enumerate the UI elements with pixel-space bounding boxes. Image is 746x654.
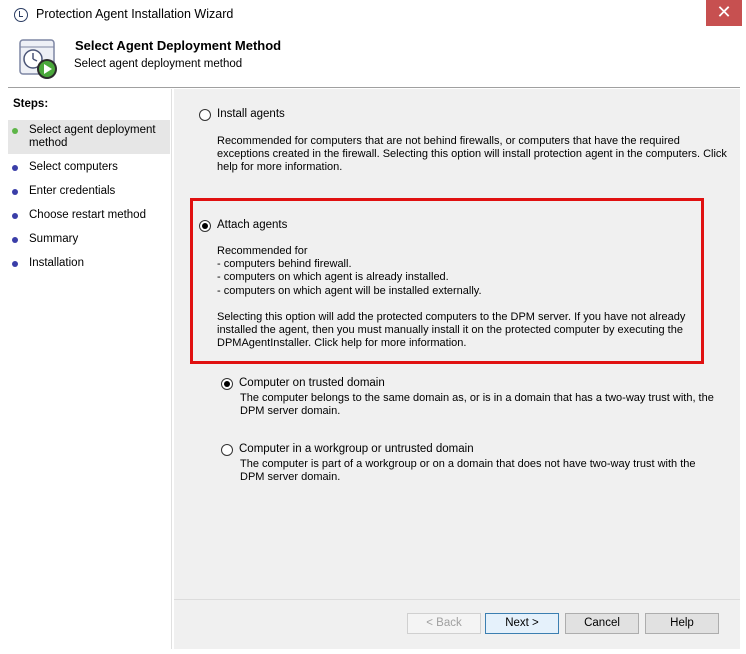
step-enter-credentials: Enter credentials xyxy=(8,185,170,198)
clock-play-icon xyxy=(19,39,57,79)
wizard-header: Select Agent Deployment Method Select ag… xyxy=(8,30,740,88)
step-select-method: Select agent deployment method xyxy=(8,120,170,154)
step-label: Installation xyxy=(29,257,84,269)
install-agents-label[interactable]: Install agents xyxy=(217,108,285,120)
clock-app-icon xyxy=(14,8,28,22)
trusted-domain-label[interactable]: Computer on trusted domain xyxy=(239,377,385,389)
step-label: Enter credentials xyxy=(29,185,116,197)
trusted-domain-description: The computer belongs to the same domain … xyxy=(240,392,714,418)
step-dot-icon xyxy=(12,189,18,195)
step-summary: Summary xyxy=(8,233,170,246)
step-label: Select computers xyxy=(29,161,118,173)
window-frame-right xyxy=(740,30,746,654)
cancel-button[interactable]: Cancel xyxy=(565,613,639,634)
back-button[interactable]: < Back xyxy=(407,613,481,634)
workgroup-label[interactable]: Computer in a workgroup or untrusted dom… xyxy=(239,443,474,455)
steps-panel: Steps: Select agent deployment method Se… xyxy=(8,89,172,649)
workgroup-description: The computer is part of a workgroup or o… xyxy=(240,458,696,484)
help-button[interactable]: Help xyxy=(645,613,719,634)
step-dot-icon xyxy=(12,165,18,171)
workgroup-radio[interactable] xyxy=(221,444,233,456)
step-dot-icon xyxy=(12,213,18,219)
attach-agents-label[interactable]: Attach agents xyxy=(217,219,287,231)
install-agents-radio[interactable] xyxy=(199,109,211,121)
content-panel: Install agents Recommended for computers… xyxy=(174,89,740,599)
step-select-computers: Select computers xyxy=(8,161,170,174)
page-subtitle: Select agent deployment method xyxy=(74,58,243,70)
window-frame-left xyxy=(0,30,8,654)
step-installation: Installation xyxy=(8,257,170,270)
page-title: Select Agent Deployment Method xyxy=(75,38,282,53)
close-button[interactable]: ✕ xyxy=(706,0,742,26)
wizard-footer: < Back Next > Cancel Help xyxy=(174,599,740,649)
next-button[interactable]: Next > xyxy=(485,613,559,634)
step-dot-icon xyxy=(12,261,18,267)
step-dot-icon xyxy=(12,237,18,243)
step-label: Select agent deployment method xyxy=(29,124,156,149)
step-label: Summary xyxy=(29,233,79,245)
install-agents-description: Recommended for computers that are not b… xyxy=(217,135,727,174)
title-bar: Protection Agent Installation Wizard ✕ xyxy=(0,0,746,30)
attach-agents-description: Recommended for - computers behind firew… xyxy=(217,245,686,350)
step-active-dot-icon xyxy=(12,128,18,134)
step-label: Choose restart method xyxy=(29,209,146,221)
wizard-window: Protection Agent Installation Wizard ✕ S… xyxy=(0,0,746,654)
window-title: Protection Agent Installation Wizard xyxy=(36,7,234,21)
trusted-domain-radio[interactable] xyxy=(221,378,233,390)
step-restart-method: Choose restart method xyxy=(8,209,170,222)
attach-agents-radio[interactable] xyxy=(199,220,211,232)
steps-title: Steps: xyxy=(13,98,49,110)
